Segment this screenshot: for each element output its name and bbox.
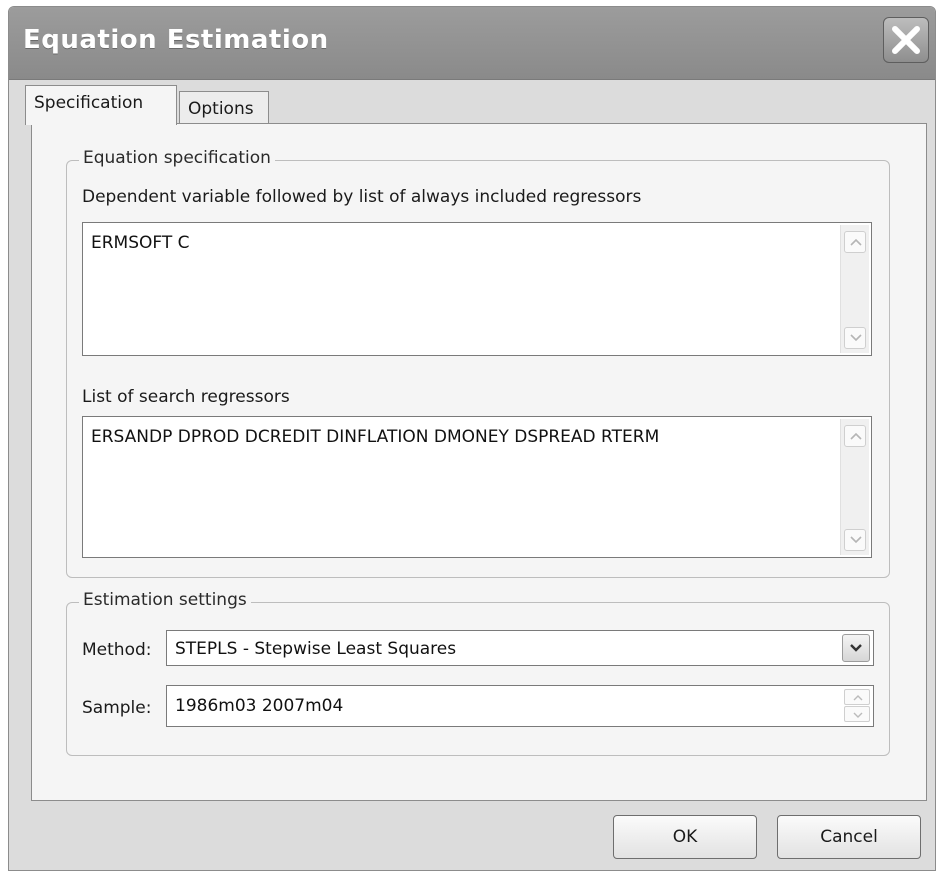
scroll-down-button[interactable] xyxy=(844,529,866,551)
sample-input[interactable]: 1986m03 2007m04 xyxy=(166,685,874,727)
window-title: Equation Estimation xyxy=(23,25,329,55)
search-regressors-label: List of search regressors xyxy=(82,387,290,407)
equation-specification-legend: Equation specification xyxy=(79,148,275,168)
title-bar[interactable]: Equation Estimation xyxy=(9,7,935,80)
tab-options-label: Options xyxy=(188,99,254,119)
dependent-scrollbar[interactable] xyxy=(840,225,869,353)
chevron-down-icon xyxy=(850,536,862,544)
sample-spinner[interactable] xyxy=(844,689,870,723)
method-select[interactable]: STEPLS - Stepwise Least Squares xyxy=(166,630,874,666)
scroll-down-button[interactable] xyxy=(844,327,866,349)
spin-up-button[interactable] xyxy=(844,689,870,705)
close-icon xyxy=(892,26,920,54)
chevron-down-icon xyxy=(850,334,862,342)
chevron-down-icon xyxy=(850,644,862,652)
scroll-up-button[interactable] xyxy=(844,425,866,447)
method-dropdown-button[interactable] xyxy=(842,634,870,662)
search-regressors-value: ERSANDP DPROD DCREDIT DINFLATION DMONEY … xyxy=(91,427,660,447)
dependent-variable-value: ERMSOFT C xyxy=(91,233,190,253)
scroll-up-button[interactable] xyxy=(844,231,866,253)
chevron-down-icon xyxy=(853,712,863,718)
tab-specification[interactable]: Specification xyxy=(25,85,177,125)
ok-button[interactable]: OK xyxy=(613,815,757,859)
chevron-up-icon xyxy=(853,695,863,701)
estimation-settings-group: Estimation settings Method: STEPLS - Ste… xyxy=(66,590,890,756)
search-scrollbar[interactable] xyxy=(840,419,869,555)
specification-panel: Equation specification Dependent variabl… xyxy=(31,123,927,801)
sample-label: Sample: xyxy=(82,698,152,718)
method-value: STEPLS - Stepwise Least Squares xyxy=(175,639,457,659)
cancel-button[interactable]: Cancel xyxy=(777,815,921,859)
tab-options[interactable]: Options xyxy=(179,91,269,125)
dependent-variable-input[interactable]: ERMSOFT C xyxy=(82,222,872,356)
method-label: Method: xyxy=(82,640,152,660)
estimation-settings-legend: Estimation settings xyxy=(79,590,251,610)
dependent-variable-label: Dependent variable followed by list of a… xyxy=(82,187,642,207)
chevron-up-icon xyxy=(850,238,862,246)
chevron-up-icon xyxy=(850,432,862,440)
close-button[interactable] xyxy=(883,17,929,63)
search-regressors-input[interactable]: ERSANDP DPROD DCREDIT DINFLATION DMONEY … xyxy=(82,416,872,558)
equation-specification-group: Equation specification Dependent variabl… xyxy=(66,148,890,578)
tab-specification-label: Specification xyxy=(34,93,144,113)
equation-estimation-dialog: Equation Estimation Specification Option… xyxy=(8,6,936,871)
spin-down-button[interactable] xyxy=(844,706,870,722)
sample-value: 1986m03 2007m04 xyxy=(175,696,344,716)
